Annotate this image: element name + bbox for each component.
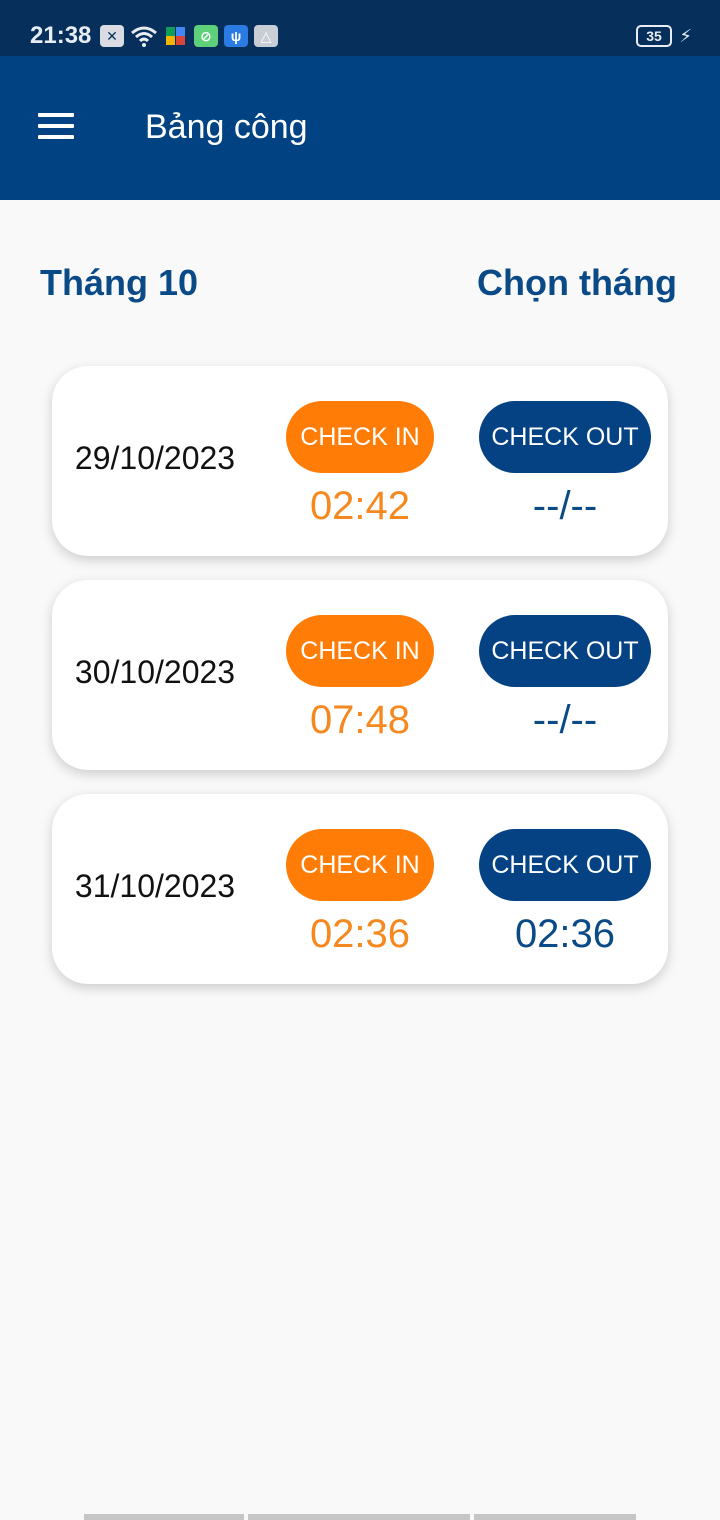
usb-icon: ψ bbox=[224, 25, 248, 47]
menu-icon[interactable] bbox=[38, 113, 74, 141]
check-out-time: --/-- bbox=[532, 484, 598, 528]
record-date: 31/10/2023 bbox=[74, 868, 236, 904]
puzzle-icon bbox=[166, 27, 185, 45]
attendance-card: 31/10/2023 CHECK IN CHECK OUT 02:36 02:3… bbox=[52, 794, 668, 984]
check-out-button[interactable]: CHECK OUT bbox=[479, 401, 651, 473]
gesture-navigation-bar[interactable] bbox=[84, 1514, 636, 1520]
check-out-button[interactable]: CHECK OUT bbox=[479, 615, 651, 687]
wifi-icon bbox=[131, 26, 157, 47]
status-icons: ✕ ⊘ ψ △ bbox=[100, 22, 278, 50]
check-in-button[interactable]: CHECK IN bbox=[286, 615, 434, 687]
notification-x-icon: ✕ bbox=[100, 25, 124, 47]
check-in-time: 02:36 bbox=[309, 912, 411, 956]
app-bar: Bảng công bbox=[0, 56, 720, 200]
check-out-button[interactable]: CHECK OUT bbox=[479, 829, 651, 901]
pick-month-button[interactable]: Chọn tháng bbox=[477, 262, 677, 304]
check-out-time: --/-- bbox=[532, 698, 598, 742]
record-date: 30/10/2023 bbox=[74, 654, 236, 690]
check-out-time: 02:36 bbox=[514, 912, 616, 956]
attendance-card: 29/10/2023 CHECK IN CHECK OUT 02:42 --/-… bbox=[52, 366, 668, 556]
month-label: Tháng 10 bbox=[40, 262, 199, 303]
check-in-time: 02:42 bbox=[309, 484, 411, 528]
page-title: Bảng công bbox=[145, 108, 308, 146]
share-icon: △ bbox=[254, 25, 278, 47]
record-date: 29/10/2023 bbox=[74, 440, 236, 476]
status-bar: 21:38 ✕ ⊘ ψ △ 35 ⚡ bbox=[0, 0, 720, 56]
attendance-card: 30/10/2023 CHECK IN CHECK OUT 07:48 --/-… bbox=[52, 580, 668, 770]
app-icon: ⊘ bbox=[194, 25, 218, 47]
battery-icon: 35 bbox=[636, 25, 672, 47]
status-time: 21:38 bbox=[30, 22, 92, 49]
check-in-button[interactable]: CHECK IN bbox=[286, 401, 434, 473]
check-in-time: 07:48 bbox=[309, 698, 411, 742]
charging-icon: ⚡ bbox=[679, 26, 692, 46]
check-in-button[interactable]: CHECK IN bbox=[286, 829, 434, 901]
